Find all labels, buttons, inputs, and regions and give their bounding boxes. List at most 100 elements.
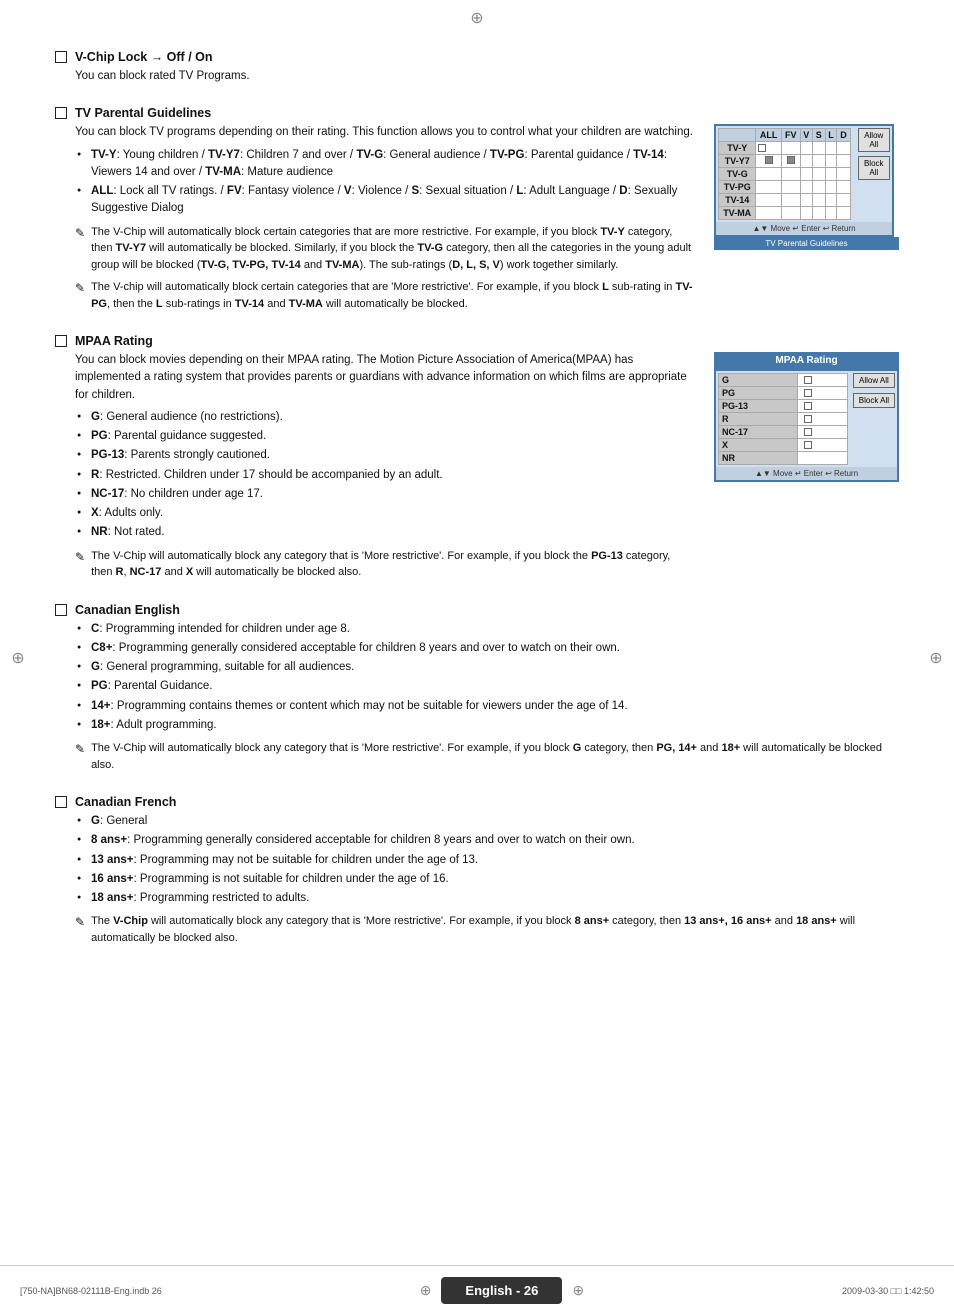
vchip-title: V-Chip Lock → Off / On (75, 50, 899, 64)
canadian-french-title: Canadian French (75, 795, 899, 809)
tv-parental-with-table: You can block TV programs depending on t… (75, 124, 899, 318)
vchip-body: You can block rated TV Programs. (75, 68, 899, 85)
tv-table-footer: ▲▼ Move ↵ Enter ↩ Return (716, 222, 892, 235)
tv-cell (813, 207, 825, 220)
ce-bullet-c: C: Programming intended for children und… (75, 621, 899, 638)
cf-bullet-8: 8 ans+: Programming generally considered… (75, 832, 899, 849)
tv-cell (800, 155, 812, 168)
mpaa-row-nr: NR (719, 452, 848, 465)
tv-table-grid: ALL FV V S L D (718, 128, 851, 220)
canadian-english-content: Canadian English C: Programming intended… (75, 603, 899, 780)
tv-row-tvma: TV-MA (719, 207, 851, 220)
mpaa-cell-nr (797, 452, 847, 465)
tv-note-1: ✎ The V-Chip will automatically block ce… (75, 224, 694, 274)
mpaa-bullet-nc17: NC-17: No children under age 17. (75, 486, 694, 503)
mpaa-note-text: The V-Chip will automatically block any … (91, 548, 694, 581)
tv-label-tv14: TV-14 (719, 194, 756, 207)
tv-table-inner: ALL FV V S L D (716, 126, 892, 222)
mpaa-row-pg13: PG-13 (719, 400, 848, 413)
note-icon-mpaa: ✎ (75, 548, 85, 581)
tv-note-2-text: The V-chip will automatically block cert… (91, 279, 694, 312)
page: ⊕ ⊕ ⊕ V-Chip Lock → Off / On You can blo… (0, 0, 954, 1315)
footer-right: 2009-03-30 □□ 1:42:50 (842, 1286, 934, 1296)
tv-cell (837, 207, 850, 220)
tv-cell (800, 207, 812, 220)
canadian-english-bullets: C: Programming intended for children und… (75, 621, 899, 735)
mpaa-intro: You can block movies depending on their … (75, 352, 694, 404)
tv-cell (837, 194, 850, 207)
footer-left: [750-NA]BN68-02111B-Eng.indb 26 (20, 1286, 162, 1296)
tv-cell (825, 155, 837, 168)
footer-center-area: ⊕ English - 26 ⊕ (420, 1277, 584, 1304)
footer-reg-right: ⊕ (572, 1282, 584, 1299)
mpaa-bullet-x: X: Adults only. (75, 505, 694, 522)
note-icon-1: ✎ (75, 224, 85, 274)
footer-page-label: English - 26 (441, 1277, 562, 1304)
tv-cell (800, 181, 812, 194)
tv-row-tvpg: TV-PG (719, 181, 851, 194)
tv-cell (800, 194, 812, 207)
mpaa-bullet-g: G: General audience (no restrictions). (75, 409, 694, 426)
cf-bullet-13: 13 ans+: Programming may not be suitable… (75, 852, 899, 869)
tv-cell (813, 194, 825, 207)
mpaa-grid: G PG PG-13 (718, 373, 848, 465)
cf-bullet-18: 18 ans+: Programming restricted to adult… (75, 890, 899, 907)
mpaa-row-r: R (719, 413, 848, 426)
mpaa-allow-all-button[interactable]: Allow All (853, 373, 895, 388)
mpaa-row-nc17: NC-17 (719, 426, 848, 439)
tv-guidelines-table-wrapper: ALL FV V S L D (714, 124, 899, 250)
mpaa-bullets: G: General audience (no restrictions). P… (75, 409, 694, 542)
mpaa-row-pg: PG (719, 387, 848, 400)
mpaa-cell-pg13 (797, 400, 847, 413)
tv-block-all-button[interactable]: Block All (858, 156, 890, 180)
tv-cell (813, 168, 825, 181)
tv-cell (756, 142, 781, 155)
tv-label-tvy7: TV-Y7 (719, 155, 756, 168)
mpaa-title-text: MPAA Rating (75, 334, 899, 348)
ce-bullet-c8: C8+: Programming generally considered ac… (75, 640, 899, 657)
tv-cell (813, 155, 825, 168)
tv-cell (756, 181, 781, 194)
tv-table-row: ALL FV V S L D (718, 128, 890, 220)
tv-label-tvg: TV-G (719, 168, 756, 181)
tv-cell (825, 207, 837, 220)
tv-label-tvpg: TV-PG (719, 181, 756, 194)
note-icon-cf: ✎ (75, 913, 85, 946)
mpaa-table-container: G PG PG-13 (714, 369, 899, 482)
ce-bullet-pg: PG: Parental Guidance. (75, 678, 899, 695)
mpaa-table-inner: G PG PG-13 (716, 371, 897, 467)
mpaa-label-nr: NR (719, 452, 798, 465)
tv-cell (813, 181, 825, 194)
mpaa-bullet-pg: PG: Parental guidance suggested. (75, 428, 694, 445)
tv-row-tvy: TV-Y (719, 142, 851, 155)
tv-table-buttons: Allow All Block All (858, 128, 890, 220)
page-footer: [750-NA]BN68-02111B-Eng.indb 26 ⊕ Englis… (0, 1265, 954, 1315)
mpaa-row-x: X (719, 439, 848, 452)
tv-cell (825, 168, 837, 181)
cf-bullet-16: 16 ans+: Programming is not suitable for… (75, 871, 899, 888)
reg-mark-left: ⊕ (8, 648, 28, 668)
ce-note-text: The V-Chip will automatically block any … (91, 740, 899, 773)
mpaa-cell-g (797, 374, 847, 387)
tv-cell (756, 194, 781, 207)
tv-col-l: L (825, 129, 837, 142)
mpaa-with-table: You can block movies depending on their … (75, 352, 899, 587)
tv-label-tvy: TV-Y (719, 142, 756, 155)
ce-bullet-18: 18+: Adult programming. (75, 717, 899, 734)
tv-cell (837, 142, 850, 155)
mpaa-cell-pg (797, 387, 847, 400)
ce-bullet-g: G: General programming, suitable for all… (75, 659, 899, 676)
tv-cell (756, 168, 781, 181)
mpaa-buttons: Allow All Block All (853, 373, 895, 465)
tv-cell (800, 142, 812, 155)
tv-cell (800, 168, 812, 181)
canadian-french-section: Canadian French G: General 8 ans+: Progr… (55, 795, 899, 952)
mpaa-bullet-pg13: PG-13: Parents strongly cautioned. (75, 447, 694, 464)
tv-allow-all-button[interactable]: Allow All (858, 128, 890, 152)
canadian-english-bullet (55, 604, 67, 616)
tv-parental-bullet (55, 107, 67, 119)
tv-bullet-2: ALL: Lock all TV ratings. / FV: Fantasy … (75, 183, 694, 218)
mpaa-block-all-button[interactable]: Block All (853, 393, 895, 408)
mpaa-label-pg13: PG-13 (719, 400, 798, 413)
mpaa-content: MPAA Rating You can block movies dependi… (75, 334, 899, 587)
